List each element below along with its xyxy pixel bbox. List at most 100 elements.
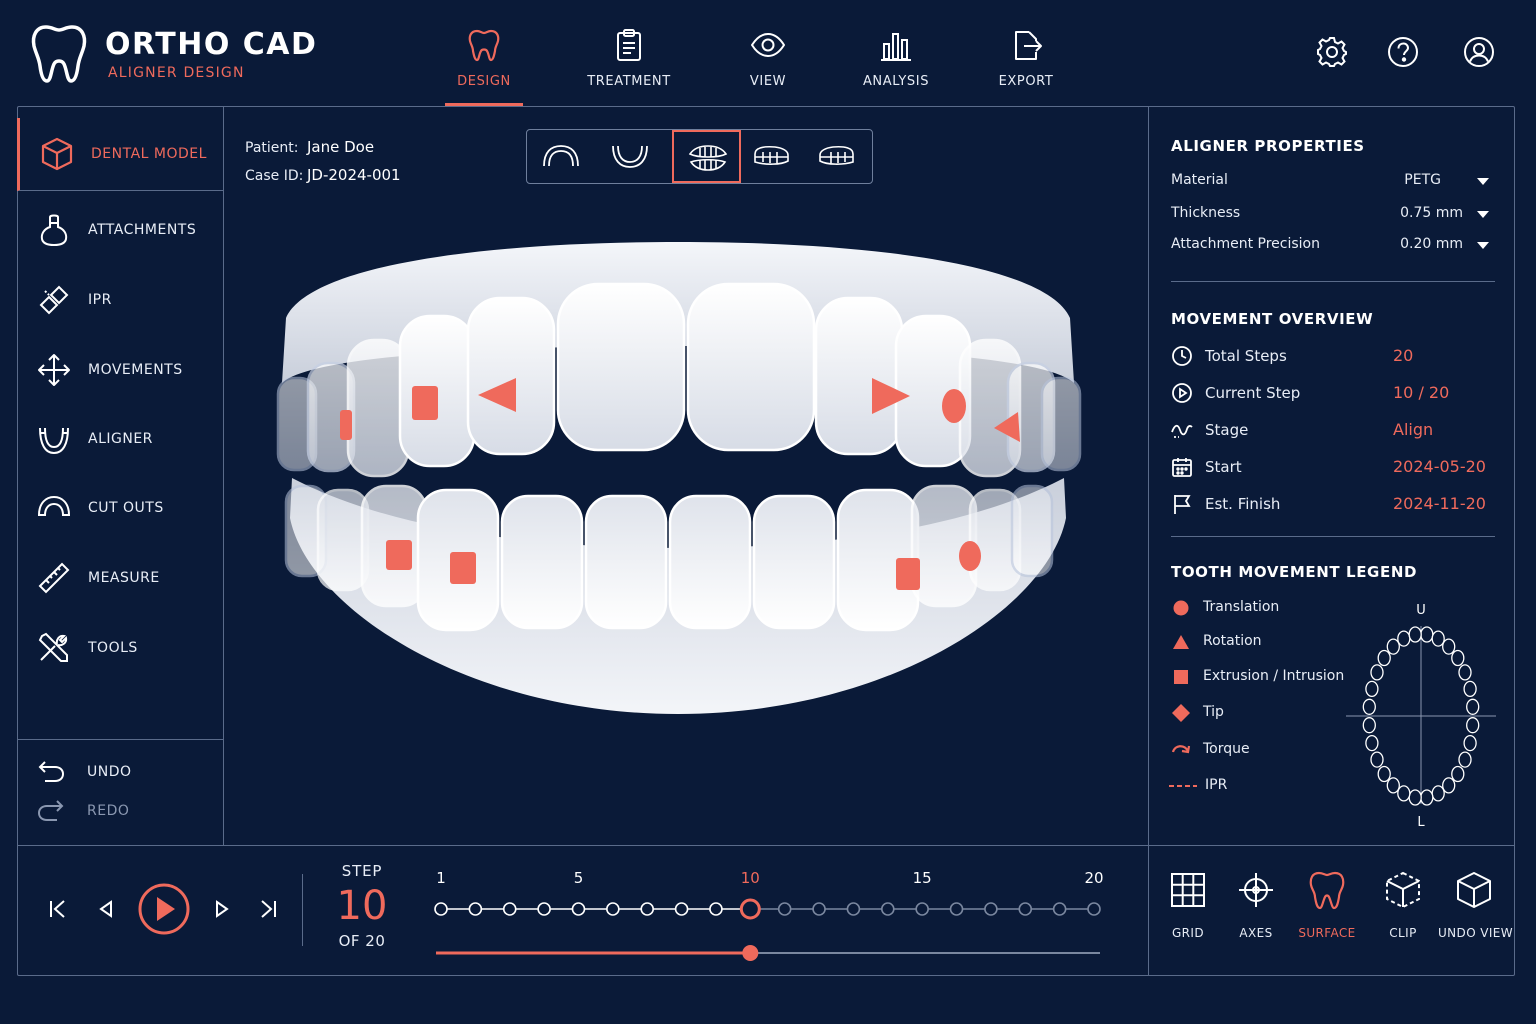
help-icon[interactable] [1387, 36, 1419, 68]
undo-button[interactable]: UNDO [37, 758, 132, 786]
undo-view-label: UNDO VIEW [1438, 926, 1514, 940]
sidebar-item-movements[interactable]: MOVEMENTS [17, 335, 223, 405]
timeline-step-node[interactable] [812, 902, 826, 916]
legend-label: Rotation [1203, 633, 1262, 649]
arch-tooth [1362, 717, 1376, 734]
app-title: ORTHO CAD [105, 27, 318, 62]
sidebar-item-aligner[interactable]: ALIGNER [17, 404, 223, 474]
nav-export[interactable]: EXPORT [990, 28, 1062, 106]
gear-icon[interactable] [1316, 36, 1348, 68]
thickness-select[interactable]: Thickness 0.75 mm [1171, 203, 1493, 225]
view-upper-arch-button[interactable] [527, 130, 596, 183]
sidebar-item-ipr[interactable]: IPR [17, 265, 223, 335]
step-timeline[interactable]: 1 5 10 15 20 [420, 862, 1120, 972]
translation-attachment [942, 389, 966, 423]
timeline-step-node[interactable] [709, 902, 723, 916]
attachment-icon [40, 214, 68, 247]
timeline-step-node[interactable] [915, 902, 929, 916]
timeline-labels: 1 5 10 15 20 [436, 869, 1103, 887]
step-back-icon[interactable] [94, 897, 118, 921]
aligner-properties-title: ALIGNER PROPERTIES [1171, 137, 1365, 155]
dental-model-viewport[interactable] [268, 228, 1088, 728]
timeline-step-node[interactable] [674, 902, 689, 916]
timeline-step-node[interactable] [846, 902, 861, 916]
view-side-right-button[interactable] [803, 130, 872, 183]
legend-label: Extrusion / Intrusion [1203, 668, 1345, 684]
nav-view-label: VIEW [749, 74, 787, 89]
progress-slider-thumb[interactable] [742, 945, 759, 961]
case-id-value: JD-2024-001 [307, 166, 401, 184]
circle-icon [1173, 600, 1189, 616]
timeline-step-node[interactable] [984, 902, 998, 916]
total-steps-row: Total Steps 20 [1171, 344, 1493, 370]
surface-button[interactable]: SURFACE [1291, 870, 1363, 940]
step-label: STEP [341, 862, 383, 880]
timeline-step-node[interactable] [880, 902, 895, 916]
extrusion-attachment [340, 410, 352, 440]
arch-tooth [1365, 734, 1379, 752]
nav-design[interactable]: DESIGN [445, 28, 523, 106]
mv-key: Est. Finish [1205, 495, 1281, 513]
timeline-step-node[interactable] [739, 898, 761, 920]
extrusion-attachment [896, 558, 920, 590]
timeline-step-node[interactable] [434, 902, 448, 916]
sidebar-item-tools[interactable]: TOOLS [17, 613, 223, 683]
timeline-step-node[interactable] [502, 902, 517, 916]
prop-value: 0.75 mm [1400, 205, 1463, 221]
left-sidebar: DENTAL MODEL ATTACHMENTS IPR MOVEMENTS A… [17, 106, 224, 845]
timeline-step-node[interactable] [640, 902, 655, 916]
view-both-arches-button[interactable] [672, 130, 741, 183]
sidebar-item-dental-model[interactable]: DENTAL MODEL [17, 118, 223, 191]
translation-attachment [959, 541, 981, 571]
view-side-left-button[interactable] [737, 130, 806, 183]
attachment-precision-select[interactable]: Attachment Precision 0.20 mm [1171, 234, 1493, 256]
material-select[interactable]: Material PETG [1171, 170, 1493, 192]
ruler-icon [38, 562, 70, 594]
ipr-icon [39, 285, 69, 315]
timeline-step-node[interactable] [537, 902, 551, 916]
sidebar-divider [17, 739, 224, 740]
move-arrows-icon [38, 354, 70, 386]
skip-last-icon[interactable] [256, 897, 280, 921]
sidebar-item-attachments[interactable]: ATTACHMENTS [17, 195, 223, 265]
arch-tooth [1458, 664, 1472, 681]
upper-arch-icon [543, 145, 579, 167]
timeline-step-node[interactable] [949, 902, 964, 916]
clip-icon [1386, 871, 1420, 909]
view-lower-arch-button[interactable] [596, 130, 665, 183]
tooth-logo-icon [31, 25, 87, 83]
play-circle-icon [1172, 383, 1192, 403]
undo-view-button[interactable]: UNDO VIEW [1438, 870, 1514, 940]
mv-value: 10 / 20 [1393, 383, 1450, 402]
nav-analysis-label: ANALYSIS [862, 74, 930, 89]
nav-treatment[interactable]: TREATMENT [582, 28, 676, 106]
triangle-icon [1173, 635, 1189, 649]
timeline-step-node[interactable] [1018, 902, 1033, 916]
axes-button[interactable]: AXES [1220, 870, 1292, 940]
timeline-step-node[interactable] [777, 902, 792, 916]
prop-key: Material [1171, 172, 1228, 188]
timeline-step-node[interactable] [606, 902, 620, 916]
arch-tooth [1420, 789, 1434, 806]
box-icon [1457, 872, 1491, 908]
nav-analysis[interactable]: ANALYSIS [856, 28, 936, 106]
timeline-step-node[interactable] [571, 902, 586, 916]
timeline-step-node[interactable] [468, 902, 483, 916]
app-header: ORTHO CAD ALIGNER DESIGN DESIGN TREATMEN… [0, 0, 1536, 106]
skip-first-icon[interactable] [46, 897, 70, 921]
aligner-icon [39, 427, 69, 455]
timeline-step-node[interactable] [1087, 902, 1101, 916]
grid-button[interactable]: GRID [1152, 870, 1224, 940]
nav-view[interactable]: VIEW [738, 28, 798, 106]
sidebar-item-measure[interactable]: MEASURE [17, 543, 223, 613]
arch-tooth [1397, 630, 1411, 647]
cutout-icon [37, 495, 71, 516]
redo-button[interactable]: REDO [37, 797, 129, 825]
timeline-step-node[interactable] [1052, 902, 1067, 916]
step-forward-icon[interactable] [210, 897, 234, 921]
clip-button[interactable]: CLIP [1367, 870, 1439, 940]
sidebar-item-cut-outs[interactable]: CUT OUTS [17, 473, 223, 543]
arch-lower-label: L [1417, 815, 1425, 830]
user-icon[interactable] [1463, 36, 1495, 68]
play-button[interactable] [137, 882, 191, 936]
